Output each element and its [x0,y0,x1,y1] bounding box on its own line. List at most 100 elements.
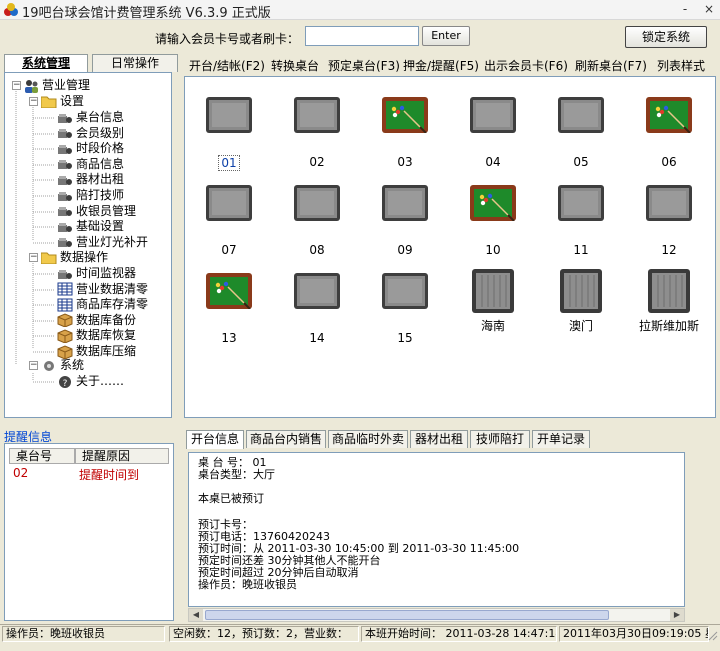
info-line: 操作员：晚班收银员 [198,578,297,591]
switch-table-button[interactable]: 转换桌台 [271,57,319,74]
tab-system-management[interactable]: 系统管理 [4,54,88,73]
tab-daily-operations[interactable]: 日常操作 [92,54,178,72]
table-label-wrap: 12 [635,243,703,257]
private-room-icon [648,269,690,313]
tree-leaf-label: 数据库备份 [76,312,137,327]
pool-table-tile[interactable]: 01 [195,93,265,171]
tree-leaf-settings_items-2[interactable]: 时段价格 [57,140,124,156]
folder-open-icon [41,96,57,108]
tree-branch-line [33,164,55,166]
table-label: 海南 [480,319,505,333]
tree-branch-line [33,351,55,353]
tree-leaf-label: 桌台信息 [76,110,125,124]
status-operator: 操作员：晚班收银员 [2,626,165,642]
private-room-tile[interactable]: 海南 [459,269,529,339]
status-shift-start: 本班开始时间： 2011-03-28 14:47:14 [361,626,557,642]
tree-leaf-label: 基础设置 [76,219,125,234]
pool-table-idle-icon [206,97,252,133]
list-style-button[interactable]: 列表样式 [657,57,705,74]
table-label: 12 [661,243,677,257]
tree-leaf-data_items-1[interactable]: 营业数据清零 [57,281,148,297]
table-label: 03 [397,155,413,169]
table-settings-icon [58,222,72,232]
tree-leaf-settings_items-4[interactable]: 器材出租 [57,171,124,187]
tree-leaf-label: 会员级别 [76,125,125,140]
tab-technician[interactable]: 技师陪打 [470,430,530,448]
table-label-wrap: 11 [547,243,615,257]
pool-table-tile[interactable]: 13 [195,269,265,345]
tree-leaf-system_items-0[interactable]: ? 关于…… [57,373,124,389]
tab-equipment-rental[interactable]: 器材出租 [410,430,468,448]
tree-leaf-settings_items-5[interactable]: 陪打技师 [57,187,124,203]
open-checkout-button[interactable]: 开台/结帐(F2) [189,57,265,74]
pool-table-tile[interactable]: 04 [459,93,529,169]
private-room-tile[interactable]: 拉斯维加斯 [635,269,705,339]
tree-leaf-settings_items-1[interactable]: 会员级别 [57,125,124,141]
tree-leaf-settings_items-0[interactable]: 桌台信息 [57,109,124,125]
reminder-header-table[interactable]: 桌台号 [9,448,75,464]
tab-in-table-sales[interactable]: 商品台内销售 [246,430,326,448]
users-icon [25,79,38,93]
reminder-list: 桌台号 提醒原因 02 提醒时间到 [4,443,174,621]
reserve-table-button[interactable]: 预定桌台(F3) [328,57,400,74]
tree-leaf-settings_items-6[interactable]: 收银员管理 [57,203,136,219]
pool-table-busy-icon [206,273,252,309]
tab-takeaway-sales[interactable]: 商品临时外卖 [328,430,408,448]
table-settings-icon [58,144,72,154]
pool-table-tile[interactable]: 11 [547,181,617,257]
tree-leaf-data_items-0[interactable]: 时间监视器 [57,265,136,281]
refresh-tables-button[interactable]: 刷新桌台(F7) [575,57,647,74]
tree-leaf-data_items-4[interactable]: 数据库恢复 [57,327,136,343]
tree-node-label: 设置 [60,94,85,108]
resize-grip-icon[interactable] [707,630,718,641]
info-horizontal-scrollbar[interactable]: ◀ ▶ [188,608,685,622]
pool-table-tile[interactable]: 10 [459,181,529,257]
tree-branch-line [33,289,55,291]
lock-system-button[interactable]: 锁定系统 [625,26,707,48]
pool-table-tile[interactable]: 08 [283,181,353,257]
pool-table-tile[interactable]: 03 [371,93,441,169]
tree-leaf-data_items-2[interactable]: 商品库存清零 [57,296,148,312]
private-room-tile[interactable]: 澳门 [547,269,617,339]
tree-leaf-label: 收银员管理 [76,203,137,218]
scroll-left-arrow-icon[interactable]: ◀ [189,609,203,621]
tree-leaf-settings_items-7[interactable]: 基础设置 [57,218,124,234]
tree-node-system[interactable]: 系统 [41,357,84,373]
tree-node-business[interactable]: 营业管理 [23,77,90,93]
tree-leaf-label: 器材出租 [76,172,125,187]
tree-expander-data[interactable]: − [29,253,38,262]
scroll-thumb[interactable] [205,610,609,620]
tab-order-records[interactable]: 开单记录 [532,430,590,448]
close-button[interactable]: × [700,2,718,18]
tree-leaf-label: 商品库存清零 [76,297,149,312]
deposit-remind-button[interactable]: 押金/提醒(F5) [403,57,479,74]
tree-node-data-ops[interactable]: 数据操作 [41,249,108,265]
table-label-wrap: 06 [635,155,703,169]
show-member-card-button[interactable]: 出示会员卡(F6) [484,57,568,74]
pool-table-tile[interactable]: 12 [635,181,705,257]
reminder-header-reason[interactable]: 提醒原因 [75,448,169,464]
pool-table-tile[interactable]: 09 [371,181,441,257]
scroll-right-arrow-icon[interactable]: ▶ [670,609,684,621]
tree-leaf-settings_items-3[interactable]: 商品信息 [57,156,124,172]
table-label: 04 [485,155,501,169]
tree-expander-system[interactable]: − [29,361,38,370]
status-counts: 空闲数：12，预订数：2，营业数： [169,626,359,642]
tree-leaf-settings_items-8[interactable]: 营业灯光补开 [57,234,148,250]
pool-table-tile[interactable]: 07 [195,181,265,257]
pool-table-tile[interactable]: 15 [371,269,441,345]
tree-node-settings[interactable]: 设置 [41,93,84,109]
tree-leaf-data_items-3[interactable]: 数据库备份 [57,312,136,328]
table-label: 10 [485,243,501,257]
tree-branch-line [33,226,55,228]
tree-expander-settings[interactable]: − [29,97,38,106]
pool-table-tile[interactable]: 06 [635,93,705,169]
member-card-input[interactable] [305,26,419,46]
tree-expander-root[interactable]: − [12,81,21,90]
tab-open-info[interactable]: 开台信息 [186,430,244,449]
pool-table-tile[interactable]: 05 [547,93,617,169]
pool-table-tile[interactable]: 14 [283,269,353,345]
enter-button[interactable]: Enter [422,26,470,46]
minimize-button[interactable]: - [676,2,694,18]
pool-table-tile[interactable]: 02 [283,93,353,169]
